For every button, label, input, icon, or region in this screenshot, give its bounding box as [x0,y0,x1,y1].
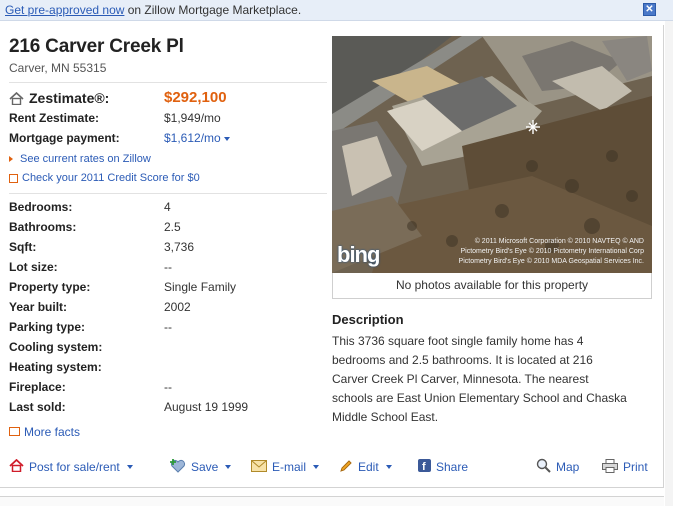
current-rates-link[interactable]: See current rates on Zillow [9,153,151,165]
rent-zestimate-label: Rent Zestimate: [9,111,100,125]
fact-label: Last sold: [9,400,66,414]
scrollbar[interactable] [665,21,673,506]
action-toolbar: Post for sale/rent Save E-mail Edit f Sh… [0,452,664,482]
fact-label: Property type: [9,280,91,294]
more-facts-link[interactable]: More facts [9,425,80,439]
fact-value: Single Family [164,280,237,294]
svg-text:f: f [422,461,426,472]
current-rates-label: See current rates on Zillow [20,153,151,165]
fact-label: Bedrooms: [9,200,73,214]
share-label: Share [436,460,469,474]
chevron-down-icon [225,465,232,469]
copyright-line: Pictometry Bird's Eye © 2010 Pictometry … [460,248,644,255]
more-facts-label: More facts [24,425,81,439]
share-button[interactable]: f Share [418,459,468,475]
map-copyright: © 2011 Microsoft Corporation © 2010 NAVT… [459,237,644,267]
divider [9,193,327,194]
divider [9,82,327,83]
aerial-map-image[interactable]: bing © 2011 Microsoft Corporation © 2010… [332,36,652,273]
fact-value: 2002 [164,300,191,314]
no-photos-caption: No photos available for this property [332,273,652,299]
property-address: 216 Carver Creek Pl [9,36,184,57]
edit-button[interactable]: Edit [339,459,392,475]
mortgage-payment-value: $1,612/mo [164,131,221,145]
edit-label: Edit [358,460,379,474]
fact-label: Lot size: [9,260,58,274]
printer-icon [602,458,618,476]
fact-value: 4 [164,200,171,214]
fact-value: August 19 1999 [164,400,249,414]
fact-value: -- [164,320,172,334]
envelope-icon [251,459,267,475]
map-button[interactable]: Map [536,458,580,476]
pencil-icon [339,459,353,476]
chevron-down-icon [313,465,320,469]
property-city-state-zip: Carver, MN 55315 [9,61,107,75]
arrow-right-icon [9,156,13,163]
credit-score-label: Check your 2011 Credit Score for $0 [22,172,200,184]
facebook-icon: f [418,459,431,475]
email-button[interactable]: E-mail [251,459,320,475]
credit-score-link[interactable]: Check your 2011 Credit Score for $0 [9,172,200,184]
fact-value: -- [164,380,172,394]
post-for-sale-button[interactable]: Post for sale/rent [9,458,133,475]
chevron-down-icon [223,136,230,141]
zestimate-label: Zestimate®: [29,90,110,106]
banner-rest-text: on Zillow Mortgage Marketplace. [124,3,302,17]
house-icon [9,458,24,475]
chevron-down-icon [126,465,133,469]
fact-value: 2.5 [164,220,181,234]
fact-label: Fireplace: [9,380,66,394]
fact-label: Parking type: [9,320,86,334]
description-heading: Description [332,312,404,327]
bing-logo: bing [337,242,380,267]
mortgage-payment-label: Mortgage payment: [9,131,120,145]
expand-icon [9,427,20,437]
heart-plus-icon [170,458,186,476]
map-label: Map [556,460,580,474]
post-for-sale-label: Post for sale/rent [29,460,120,474]
print-label: Print [623,460,648,474]
chevron-down-icon [385,465,392,469]
next-section-edge [0,496,664,506]
zestimate-value: $292,100 [164,89,227,106]
fact-label: Bathrooms: [9,220,77,234]
email-label: E-mail [272,460,307,474]
copyright-line: Pictometry Bird's Eye © 2010 MDA Geospat… [458,258,644,265]
copyright-line: © 2011 Microsoft Corporation © 2010 NAVT… [474,238,644,245]
external-link-icon [9,173,18,183]
save-button[interactable]: Save [170,458,232,476]
fact-label: Cooling system: [9,340,103,354]
fact-value: -- [164,260,172,274]
save-label: Save [191,460,219,474]
close-banner-button[interactable]: ✕ [643,3,656,16]
fact-label: Sqft: [9,240,37,254]
fact-value: 3,736 [164,240,195,254]
mortgage-banner: Get pre-approved now on Zillow Mortgage … [0,0,673,21]
description-body: This 3736 square foot single family home… [332,334,627,424]
fact-label: Heating system: [9,360,102,374]
print-button[interactable]: Print [602,458,648,476]
rent-zestimate-value: $1,949/mo [164,111,221,125]
magnifier-icon [536,458,551,476]
get-preapproved-link[interactable]: Get pre-approved now [5,3,124,17]
fact-label: Year built: [9,300,68,314]
house-icon [9,91,24,108]
banner-text: Get pre-approved now on Zillow Mortgage … [5,3,301,17]
mortgage-payment-dropdown[interactable]: $1,612/mo [164,131,230,145]
